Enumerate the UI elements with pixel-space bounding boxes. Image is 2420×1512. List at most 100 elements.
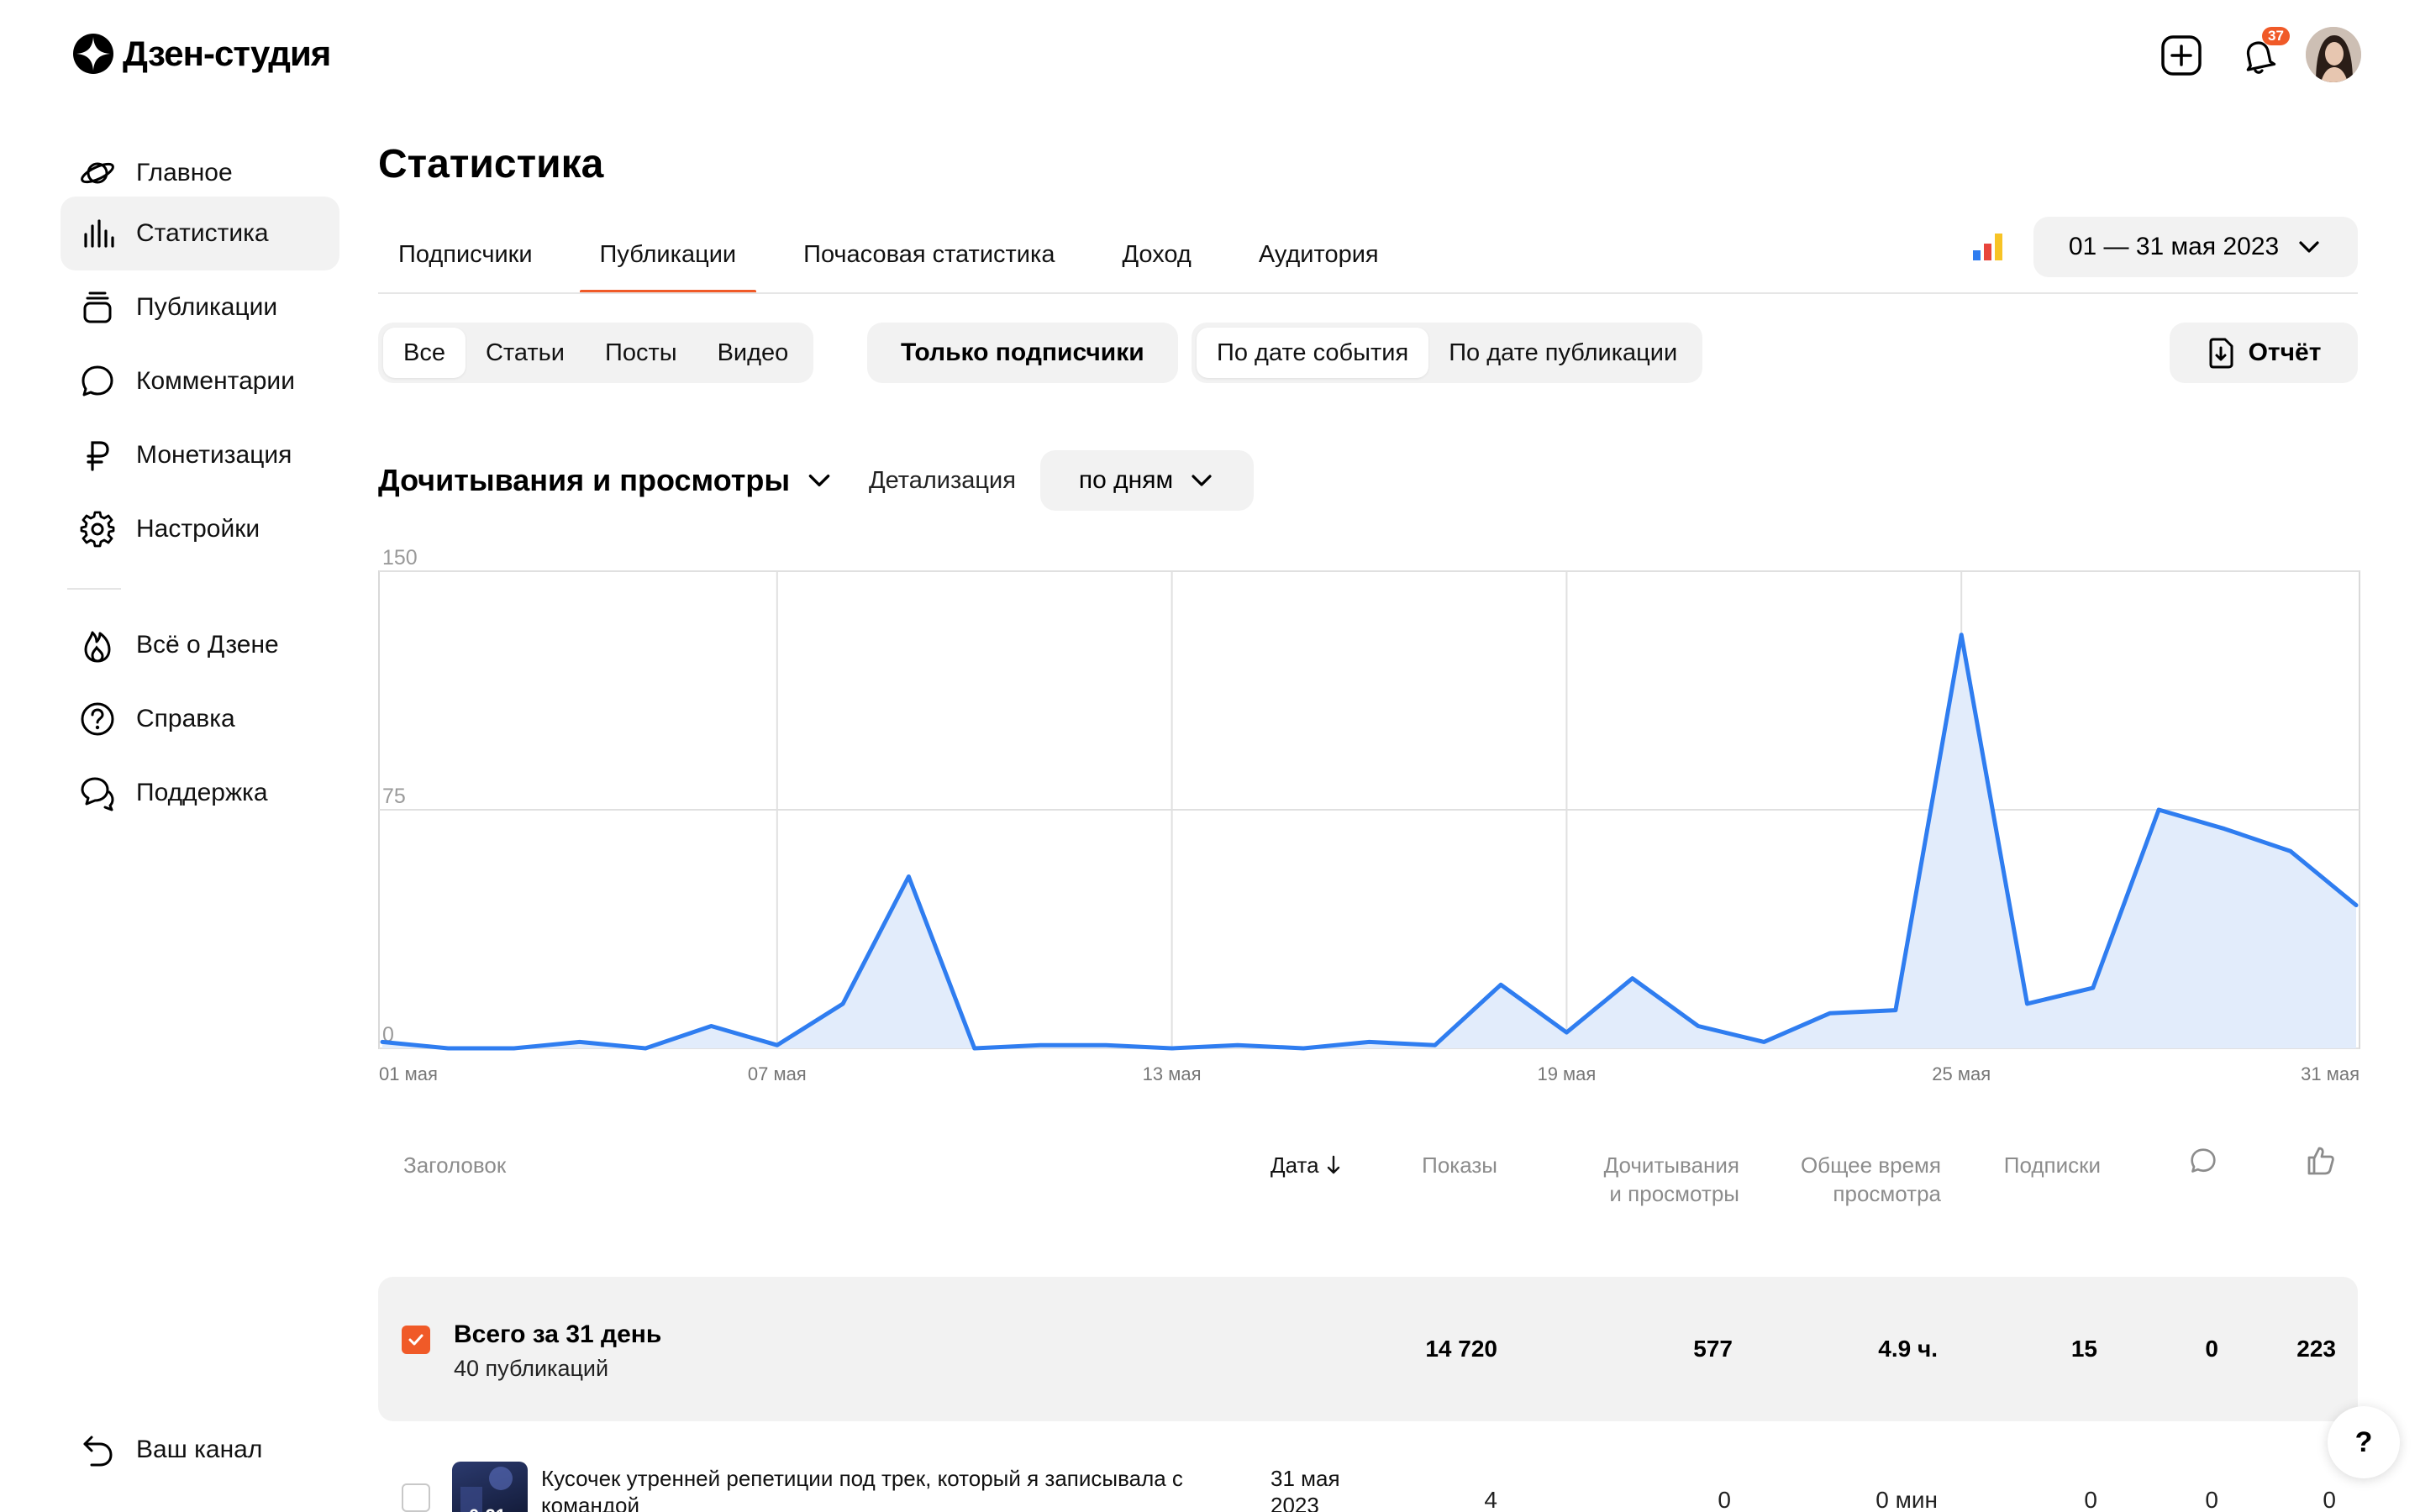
filter-articles[interactable]: Статьи: [466, 328, 585, 378]
sidebar-item-label: Комментарии: [136, 367, 295, 395]
total-reads: 577: [1693, 1336, 1733, 1362]
tabs-divider: [378, 292, 2358, 294]
sidebar-item-label: Ваш канал: [136, 1436, 263, 1463]
page-title: Статистика: [378, 142, 604, 186]
comment-icon: [2191, 1148, 2216, 1173]
question-circle-icon: [77, 699, 118, 739]
tab-hourly-stats[interactable]: Почасовая статистика: [783, 215, 1075, 294]
tab-audience[interactable]: Аудитория: [1239, 215, 1399, 294]
subscribers-only-toggle[interactable]: Только подписчики: [867, 323, 1178, 383]
date-range-select[interactable]: 01 — 31 мая 2023: [2033, 217, 2358, 277]
report-label: Отчёт: [2248, 339, 2322, 366]
user-avatar[interactable]: [2306, 27, 2361, 82]
total-impressions: 14 720: [1425, 1336, 1497, 1362]
sidebar-item-about-zen[interactable]: Всё о Дзене: [60, 608, 339, 682]
filter-all[interactable]: Все: [383, 328, 466, 378]
sidebar-item-help[interactable]: Справка: [60, 682, 339, 756]
detail-label: Детализация: [869, 467, 1016, 494]
row-checkbox[interactable]: [402, 1483, 430, 1512]
select-all-checkbox[interactable]: [402, 1326, 430, 1354]
sidebar-item-label: Главное: [136, 159, 233, 186]
date-mode-filter: По дате события По дате публикации: [1192, 323, 1703, 383]
publication-title[interactable]: Кусочек утренней репетиции под трек, кот…: [541, 1465, 1239, 1512]
col-likes[interactable]: [2306, 1144, 2336, 1183]
row-comments: 0: [2205, 1487, 2218, 1512]
publication-date-day: 31 мая: [1270, 1466, 1340, 1491]
y-tick-label: 75: [382, 785, 406, 808]
sidebar-item-support[interactable]: Поддержка: [60, 756, 339, 830]
stats-tabs: Подписчики Публикации Почасовая статисти…: [378, 215, 1399, 294]
filter-videos[interactable]: Видео: [697, 328, 809, 378]
tab-publications[interactable]: Публикации: [579, 215, 757, 294]
row-reads: 0: [1718, 1487, 1731, 1512]
col-impressions[interactable]: Показы: [1412, 1151, 1497, 1179]
series-area: [382, 634, 2356, 1048]
col-subscriptions[interactable]: Подписки: [1975, 1151, 2101, 1179]
date-range-value: 01 — 31 мая 2023: [2068, 233, 2280, 260]
notifications-button[interactable]: 37: [2228, 25, 2290, 86]
col-view-time-line2: просмотра: [1833, 1181, 1941, 1206]
col-reads[interactable]: Дочитывания и просмотры: [1563, 1151, 1739, 1208]
plus-square-icon: [2161, 35, 2202, 76]
col-comments[interactable]: [2188, 1146, 2218, 1183]
tab-income[interactable]: Доход: [1102, 215, 1211, 294]
sidebar-item-label: Монетизация: [136, 441, 292, 469]
metric-select[interactable]: Дочитывания и просмотры: [378, 459, 834, 502]
col-date[interactable]: Дата: [1270, 1151, 1342, 1179]
col-title[interactable]: Заголовок: [403, 1151, 506, 1179]
planet-icon: [77, 153, 118, 193]
back-arrow-icon: [77, 1430, 118, 1470]
series-line: [380, 633, 2359, 1051]
video-preview-image: [460, 1467, 513, 1512]
type-filter: Все Статьи Посты Видео: [378, 323, 814, 383]
sidebar-item-your-channel[interactable]: Ваш канал: [60, 1413, 339, 1487]
colored-bars-icon[interactable]: [1971, 232, 2005, 262]
document-export-icon: [2209, 338, 2233, 369]
report-button[interactable]: Отчёт: [2170, 323, 2358, 383]
x-tick-label: 31 мая: [2301, 1063, 2360, 1084]
sidebar-item-label: Всё о Дзене: [136, 631, 279, 659]
sidebar-item-monetization[interactable]: Монетизация: [60, 418, 339, 492]
gear-icon: [77, 509, 118, 549]
col-view-time[interactable]: Общее время просмотра: [1773, 1151, 1941, 1208]
sidebar-item-comments[interactable]: Комментарии: [60, 344, 339, 418]
x-tick-label: 25 мая: [1932, 1063, 1991, 1084]
notifications-badge: 37: [2262, 27, 2290, 45]
tab-subscribers[interactable]: Подписчики: [378, 215, 553, 294]
sidebar-item-label: Поддержка: [136, 779, 268, 806]
create-button[interactable]: [2151, 25, 2212, 86]
arrow-down-icon: [1327, 1155, 1340, 1174]
zen-logo-icon: [73, 34, 113, 74]
stack-icon: [77, 287, 118, 328]
publication-thumbnail[interactable]: 0:21: [452, 1462, 528, 1512]
filter-posts[interactable]: Посты: [585, 328, 697, 378]
x-tick-label: 19 мая: [1537, 1063, 1596, 1084]
x-tick-label: 07 мая: [748, 1063, 807, 1084]
chevron-down-icon: [808, 474, 830, 487]
sidebar-item-settings[interactable]: Настройки: [60, 492, 339, 566]
filter-by-publish-date[interactable]: По дате публикации: [1428, 328, 1697, 378]
chevron-down-icon: [2299, 241, 2319, 253]
publication-date-year: 2023: [1270, 1493, 1319, 1512]
row-subscriptions: 0: [2084, 1487, 2097, 1512]
checkmark-icon: [408, 1334, 424, 1346]
row-likes: 0: [2323, 1487, 2336, 1512]
app-logo[interactable]: Дзен-студия: [72, 30, 331, 77]
flame-icon: [77, 625, 118, 665]
thumbs-up-icon: [2307, 1147, 2334, 1175]
detail-select[interactable]: по дням: [1040, 450, 1254, 511]
col-reads-line2: и просмотры: [1609, 1181, 1739, 1206]
bar-chart-icon: [77, 213, 118, 254]
col-reads-line1: Дочитывания: [1603, 1152, 1739, 1178]
sidebar-item-publications[interactable]: Публикации: [60, 270, 339, 344]
sidebar-item-label: Статистика: [136, 219, 269, 247]
filter-by-event-date[interactable]: По дате события: [1197, 328, 1429, 378]
publication-date: 31 мая 2023: [1270, 1465, 1340, 1512]
x-tick-label: 13 мая: [1143, 1063, 1202, 1084]
x-tick-label: 01 мая: [379, 1063, 438, 1084]
row-impressions: 4: [1484, 1487, 1497, 1512]
help-button[interactable]: ?: [2328, 1406, 2400, 1478]
chat-bubbles-icon: [77, 773, 118, 813]
total-comments: 0: [2205, 1336, 2218, 1362]
sidebar-item-statistics[interactable]: Статистика: [60, 197, 339, 270]
